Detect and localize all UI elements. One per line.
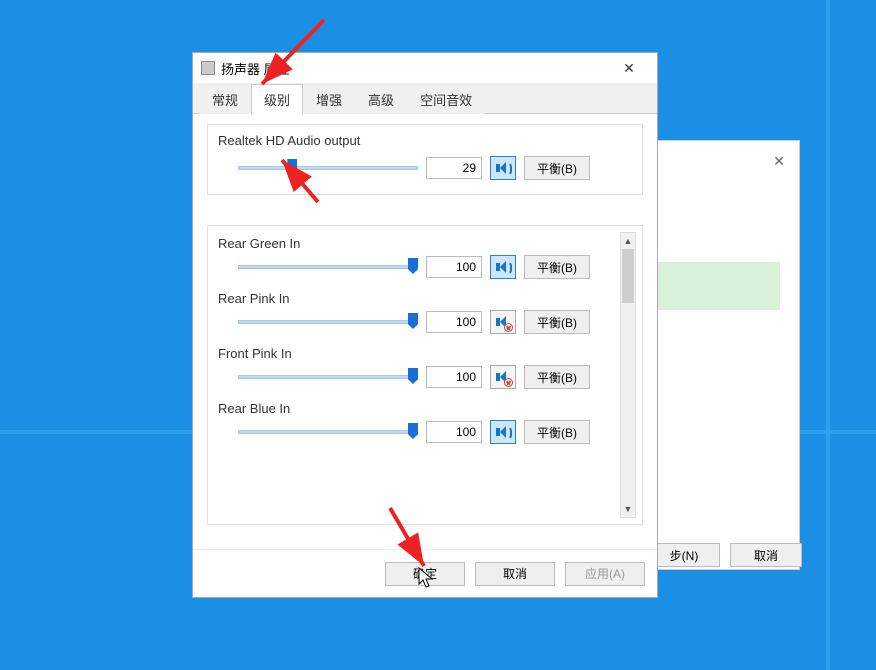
dialog-footer: 确定 取消 应用(A) bbox=[193, 549, 657, 597]
channel-label: Front Pink In bbox=[218, 346, 620, 361]
muted-icon bbox=[504, 378, 513, 387]
channel-3: Rear Blue In 平衡(B) bbox=[218, 397, 620, 444]
channel-balance-button[interactable]: 平衡(B) bbox=[524, 255, 590, 279]
tab-strip: 常规级别增强高级空间音效 bbox=[193, 83, 657, 114]
window-title: 扬声器 属性 bbox=[221, 59, 290, 78]
channel-balance-button[interactable]: 平衡(B) bbox=[524, 420, 590, 444]
muted-icon bbox=[504, 323, 513, 332]
titlebar: 扬声器 属性 ✕ bbox=[193, 53, 657, 83]
channel-balance-button[interactable]: 平衡(B) bbox=[524, 310, 590, 334]
channel-label: Rear Blue In bbox=[218, 401, 620, 416]
channel-slider[interactable] bbox=[238, 366, 418, 388]
tab-1[interactable]: 级别 bbox=[251, 84, 303, 114]
scroll-thumb[interactable] bbox=[622, 249, 634, 303]
main-output-slider[interactable] bbox=[238, 157, 418, 179]
scroll-up-button[interactable]: ▲ bbox=[621, 233, 635, 249]
tab-2[interactable]: 增强 bbox=[303, 84, 355, 114]
channel-label: Rear Green In bbox=[218, 236, 620, 251]
channel-slider[interactable] bbox=[238, 421, 418, 443]
channel-mute-button[interactable] bbox=[490, 310, 516, 334]
channel-mute-button[interactable] bbox=[490, 420, 516, 444]
tab-0[interactable]: 常规 bbox=[199, 84, 251, 114]
channel-value[interactable] bbox=[426, 256, 482, 278]
inputs-scrollbar[interactable]: ▲ ▼ bbox=[620, 232, 636, 518]
main-output-section: Realtek HD Audio output 平衡(B) bbox=[207, 124, 643, 195]
tab-4[interactable]: 空间音效 bbox=[407, 84, 485, 114]
channel-2: Front Pink In 平衡(B) bbox=[218, 342, 620, 389]
close-button[interactable]: ✕ bbox=[609, 54, 649, 82]
channel-mute-button[interactable] bbox=[490, 255, 516, 279]
channel-mute-button[interactable] bbox=[490, 365, 516, 389]
background-next-button[interactable]: 步(N) bbox=[648, 543, 720, 567]
window-icon bbox=[201, 61, 215, 75]
main-output-label: Realtek HD Audio output bbox=[218, 133, 632, 148]
channel-value[interactable] bbox=[426, 311, 482, 333]
channel-value[interactable] bbox=[426, 366, 482, 388]
background-cancel-button[interactable]: 取消 bbox=[730, 543, 802, 567]
speaker-properties-dialog: 扬声器 属性 ✕ 常规级别增强高级空间音效 Realtek HD Audio o… bbox=[192, 52, 658, 598]
apply-button[interactable]: 应用(A) bbox=[565, 562, 645, 586]
inputs-section: Rear Green In 平衡(B) Rear Pink In bbox=[207, 225, 643, 525]
channel-1: Rear Pink In 平衡(B) bbox=[218, 287, 620, 334]
main-output-value[interactable] bbox=[426, 157, 482, 179]
channel-value[interactable] bbox=[426, 421, 482, 443]
channel-slider[interactable] bbox=[238, 256, 418, 278]
scroll-down-button[interactable]: ▼ bbox=[621, 501, 635, 517]
background-close-button[interactable]: ✕ bbox=[767, 149, 791, 173]
channel-0: Rear Green In 平衡(B) bbox=[218, 232, 620, 279]
background-highlight-strip bbox=[640, 262, 780, 310]
channel-label: Rear Pink In bbox=[218, 291, 620, 306]
main-output-mute-button[interactable] bbox=[490, 156, 516, 180]
ok-button[interactable]: 确定 bbox=[385, 562, 465, 586]
main-output-balance-button[interactable]: 平衡(B) bbox=[524, 156, 590, 180]
tab-3[interactable]: 高级 bbox=[355, 84, 407, 114]
channel-balance-button[interactable]: 平衡(B) bbox=[524, 365, 590, 389]
cancel-button[interactable]: 取消 bbox=[475, 562, 555, 586]
scroll-track[interactable] bbox=[621, 249, 635, 501]
channel-slider[interactable] bbox=[238, 311, 418, 333]
tab-body-levels: Realtek HD Audio output 平衡(B) Rear Green… bbox=[193, 114, 657, 549]
